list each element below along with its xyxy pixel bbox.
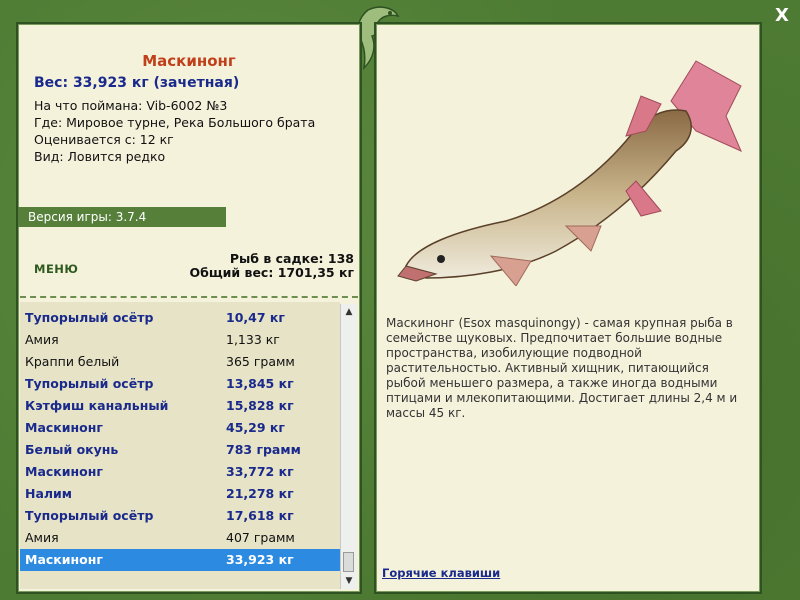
catch-name: Амия	[25, 530, 59, 545]
catch-name: Кэтфиш канальный	[25, 398, 169, 413]
catch-weight: 10,47 кг	[226, 310, 285, 325]
scroll-down-arrow-icon[interactable]: ▼	[341, 573, 357, 589]
list-item[interactable]: Белый окунь 783 грамм	[20, 439, 340, 461]
list-item[interactable]: Краппи белый 365 грамм	[20, 351, 340, 373]
close-icon: X	[775, 5, 789, 26]
fish-image	[397, 60, 742, 286]
total-weight: Общий вес: 1701,35 кг	[189, 265, 355, 280]
location-text: Где: Мировое турне, Река Большого брата	[34, 115, 316, 130]
list-item[interactable]: Тупорылый осётр 13,845 кг	[20, 373, 340, 395]
catch-name: Маскинонг	[25, 420, 103, 435]
list-item[interactable]: Маскинонг 33,923 кг	[20, 549, 340, 571]
catch-list-scrollbar[interactable]: ▲ ▼	[340, 304, 357, 589]
caught-on-text: На что поймана: Vib-6002 №3	[34, 98, 228, 113]
catch-name: Краппи белый	[25, 354, 120, 369]
fish-count: Рыб в садке: 138	[229, 251, 354, 266]
catch-weight: 45,29 кг	[226, 420, 285, 435]
list-item[interactable]: Амия 407 грамм	[20, 527, 340, 549]
list-item[interactable]: Маскинонг 33,772 кг	[20, 461, 340, 483]
catch-weight: 15,828 кг	[226, 398, 294, 413]
list-item[interactable]: Тупорылый осётр 10,47 кг	[20, 307, 340, 329]
catch-name: Амия	[25, 332, 59, 347]
catch-name: Маскинонг	[25, 464, 103, 479]
menu-button[interactable]: МЕНЮ	[34, 262, 78, 276]
catch-weight: 365 грамм	[226, 354, 295, 369]
scroll-up-arrow-icon[interactable]: ▲	[341, 304, 357, 320]
fish-description-panel: Маскинонг (Esox masquinongy) - самая кру…	[374, 22, 762, 594]
catch-weight: 407 грамм	[226, 530, 295, 545]
scrollbar-thumb[interactable]	[343, 552, 354, 572]
catch-weight: 33,923 кг	[226, 552, 294, 567]
catch-name: Налим	[25, 486, 73, 501]
catch-weight: 13,845 кг	[226, 376, 294, 391]
hotkeys-link[interactable]: Горячие клавиши	[382, 566, 500, 580]
divider	[20, 296, 358, 298]
catch-name: Тупорылый осётр	[25, 508, 154, 523]
rated-from-text: Оценивается с: 12 кг	[34, 132, 174, 147]
fish-title: Маскинонг	[142, 52, 236, 70]
catch-name: Белый окунь	[25, 442, 119, 457]
keepnet-stats: Рыб в садке: 138 Общий вес: 1701,35 кг	[190, 252, 355, 280]
rarity-text: Вид: Ловится редко	[34, 149, 166, 164]
catch-list[interactable]: Тупорылый осётр 10,47 кг Амия 1,133 кг Крапп…	[20, 302, 340, 589]
version-bar: Версия игры: 3.7.4	[18, 207, 226, 227]
catch-weight: 783 грамм	[226, 442, 301, 457]
catch-name: Тупорылый осётр	[25, 376, 154, 391]
catch-weight: 21,278 кг	[226, 486, 294, 501]
list-item[interactable]: Маскинонг 45,29 кг	[20, 417, 340, 439]
catch-weight: 1,133 кг	[226, 332, 280, 347]
list-item[interactable]: Кэтфиш канальный 15,828 кг	[20, 395, 340, 417]
catch-name: Маскинонг	[25, 552, 103, 567]
fish-description: Маскинонг (Esox masquinongy) - самая кру…	[386, 316, 738, 420]
fish-weight: Вес: 33,923 кг (зачетная)	[34, 75, 240, 91]
fish-info-panel: Маскинонг Вес: 33,923 кг (зачетная) На ч…	[16, 22, 362, 594]
list-item[interactable]: Налим 21,278 кг	[20, 483, 340, 505]
catch-weight: 17,618 кг	[226, 508, 294, 523]
list-item[interactable]: Амия 1,133 кг	[20, 329, 340, 351]
catch-name: Тупорылый осётр	[25, 310, 154, 325]
catch-weight: 33,772 кг	[226, 464, 294, 479]
close-button[interactable]: X	[772, 6, 792, 26]
list-item[interactable]: Тупорылый осётр 17,618 кг	[20, 505, 340, 527]
